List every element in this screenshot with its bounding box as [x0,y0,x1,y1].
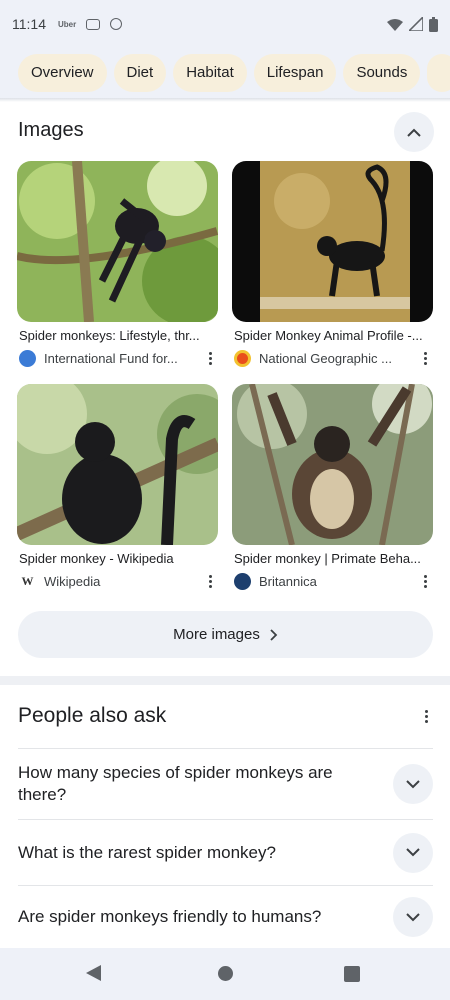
image-source: International Fund for... [17,349,218,367]
more-options-icon[interactable] [202,349,218,367]
image-caption[interactable]: Spider Monkey Animal Profile -... [232,328,433,343]
chip-more[interactable] [427,54,450,92]
back-icon[interactable] [86,965,101,981]
chip-lifespan[interactable]: Lifespan [253,54,337,92]
more-options-icon[interactable] [418,707,434,725]
image-result-card[interactable]: Spider Monkey Animal Profile -... Nation… [232,161,433,367]
more-options-icon[interactable] [417,572,433,590]
uber-notification-icon: Uber [58,19,77,29]
image-thumbnail[interactable] [17,161,218,322]
question-item[interactable]: How many species of spider monkeys are t… [18,748,433,819]
image-caption[interactable]: Spider monkey - Wikipedia [17,551,218,566]
wikipedia-icon: W [21,573,34,588]
globe-icon [19,349,36,367]
signal-icon [409,17,423,31]
battery-icon [429,16,438,32]
question-text: Are spider monkeys friendly to humans? [18,907,322,926]
topic-chips-bar: Overview Diet Habitat Lifespan Sounds [0,48,450,98]
images-header: Images [18,112,434,152]
section-divider [0,676,450,685]
source-name: National Geographic ... [259,350,392,366]
image-source: National Geographic ... [232,349,433,367]
system-navigation-bar [0,948,450,1000]
more-options-icon[interactable] [202,572,218,590]
chat-notification-icon [110,18,123,30]
chip-diet[interactable]: Diet [113,54,167,92]
more-images-button[interactable]: More images [18,611,433,658]
chip-sounds[interactable]: Sounds [343,54,421,92]
people-also-ask-header: People also ask [18,701,434,731]
source-name: Britannica [259,573,317,589]
question-text: How many species of spider monkeys are t… [18,763,333,804]
image-result-card[interactable]: Spider monkeys: Lifestyle, thr... Intern… [17,161,218,367]
status-bar: 11:14 Uber [0,0,450,48]
image-caption[interactable]: Spider monkeys: Lifestyle, thr... [17,328,218,343]
image-thumbnail[interactable] [17,384,218,545]
question-item[interactable]: Are spider monkeys friendly to humans? [18,885,433,948]
chevron-down-icon [406,848,420,857]
image-result-card[interactable]: Spider monkey | Primate Beha... Britanni… [232,384,433,590]
wifi-icon [387,18,403,31]
expand-question-button[interactable] [393,832,433,873]
status-indicators [387,16,438,32]
chip-overview[interactable]: Overview [18,54,107,92]
chip-habitat[interactable]: Habitat [173,54,247,92]
source-name: Wikipedia [44,573,101,589]
more-images-label: More images [173,626,260,643]
recent-apps-icon[interactable] [344,966,360,982]
status-time: 11:14 [12,16,46,32]
home-icon[interactable] [218,966,233,981]
britannica-icon [234,572,251,590]
chevron-down-icon [406,779,420,788]
source-name: International Fund for... [44,350,178,366]
question-item[interactable]: What is the rarest spider monkey? [18,819,433,885]
image-caption[interactable]: Spider monkey | Primate Beha... [232,551,433,566]
image-source: W Wikipedia [17,572,218,590]
image-source: Britannica [232,572,433,590]
natgeo-icon [234,349,251,367]
chevron-up-icon [407,128,421,137]
expand-question-button[interactable] [393,897,433,937]
people-also-ask-title: People also ask [18,704,167,727]
image-thumbnail[interactable] [232,161,433,322]
image-thumbnail[interactable] [232,384,433,545]
chips-divider [0,98,450,102]
expand-question-button[interactable] [393,764,433,804]
images-title: Images [18,119,84,141]
image-result-card[interactable]: Spider monkey - Wikipedia W Wikipedia [17,384,218,590]
chevron-down-icon [406,912,420,921]
collapse-images-button[interactable] [394,112,434,152]
message-notification-icon [86,18,101,30]
chevron-right-icon [270,628,278,641]
question-text: What is the rarest spider monkey? [18,842,276,862]
more-options-icon[interactable] [417,349,433,367]
